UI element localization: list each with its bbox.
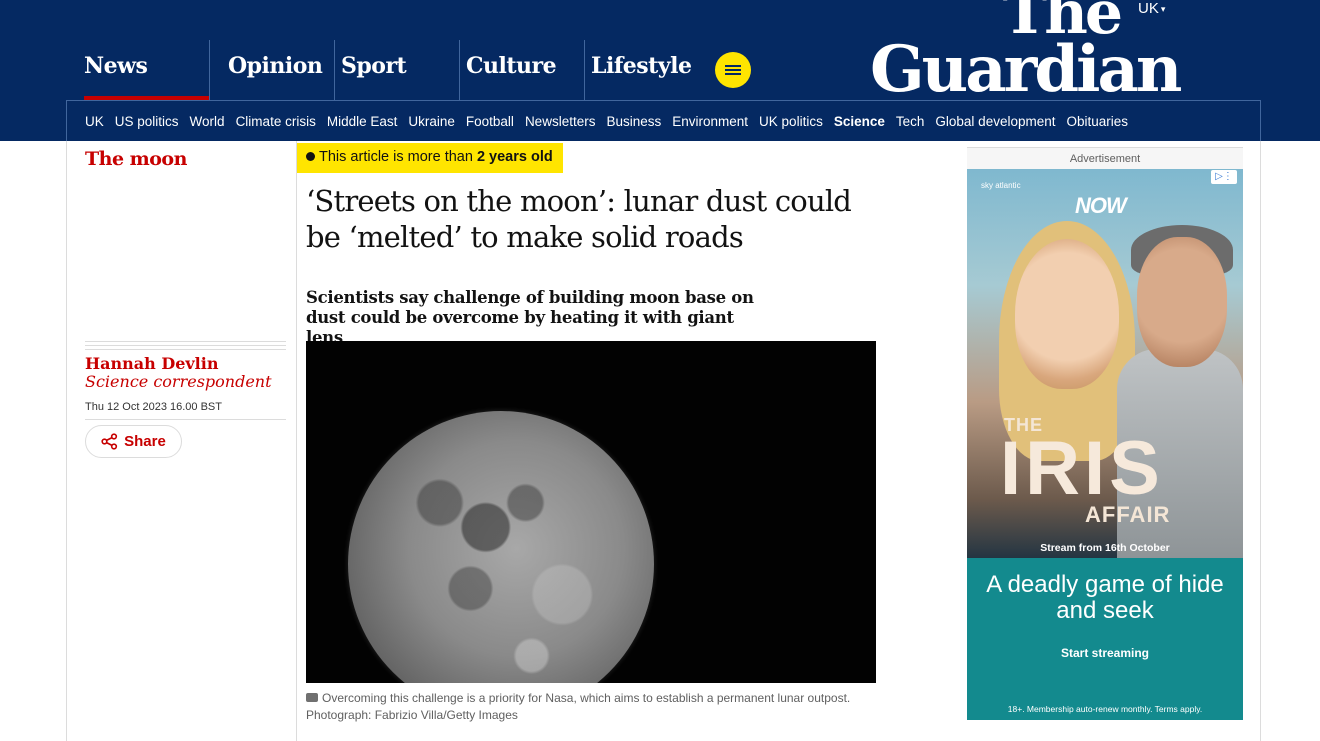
ad-figure-man-face [1137, 237, 1227, 367]
subnav-item-science[interactable]: Science [834, 114, 885, 129]
article-age-notice: This article is more than 2 years old [297, 143, 563, 173]
subnav-item-ukraine[interactable]: Ukraine [408, 114, 455, 129]
subnav-item-uk[interactable]: UK [85, 114, 104, 129]
ad-channel-logo: sky atlantic [981, 181, 1021, 190]
guardian-logo[interactable]: The Guardian [870, 0, 1182, 108]
meta-divider [85, 341, 286, 353]
menu-icon [725, 65, 741, 67]
moon-image [348, 411, 654, 683]
sub-nav-list: UK US politics World Climate crisis Midd… [85, 114, 1128, 129]
publish-date: Thu 12 Oct 2023 16.00 BST [85, 401, 222, 413]
subnav-item-newsletters[interactable]: Newsletters [525, 114, 596, 129]
camera-icon [306, 693, 318, 702]
article-standfirst: Scientists say challenge of building moo… [306, 288, 754, 347]
ad-label: Advertisement [967, 147, 1243, 169]
share-button[interactable]: Share [85, 425, 182, 458]
subnav-item-uk-politics[interactable]: UK politics [759, 114, 823, 129]
byline: Hannah Devlin Science correspondent [85, 355, 285, 391]
caption-text: Overcoming this challenge is a priority … [306, 691, 851, 722]
subnav-item-global-development[interactable]: Global development [935, 114, 1055, 129]
age-notice-prefix: This article is more than [319, 149, 473, 165]
section-tag[interactable]: The moon [85, 148, 187, 170]
pillar-sport[interactable]: Sport [334, 40, 459, 100]
column-divider [296, 141, 297, 741]
subnav-item-us-politics[interactable]: US politics [115, 114, 179, 129]
pillar-lifestyle[interactable]: Lifestyle [584, 40, 709, 100]
subnav-item-obituaries[interactable]: Obituaries [1066, 114, 1128, 129]
subnav-item-environment[interactable]: Environment [672, 114, 748, 129]
subnav-item-climate-crisis[interactable]: Climate crisis [236, 114, 316, 129]
pillar-label: Opinion [228, 53, 323, 79]
masthead: UK ▾ The Guardian News Opinion Sport Cult… [0, 0, 1320, 141]
image-caption: Overcoming this challenge is a priority … [306, 690, 866, 724]
author-name[interactable]: Hannah Devlin [85, 354, 218, 373]
menu-icon-bar [725, 69, 741, 71]
share-icon [101, 433, 118, 450]
subnav-item-middle-east[interactable]: Middle East [327, 114, 398, 129]
subnav-item-world[interactable]: World [190, 114, 225, 129]
ad-brand-logo: NOW [1075, 193, 1127, 218]
author-role: Science correspondent [85, 372, 272, 391]
ad-title-main: IRIS [1000, 426, 1164, 511]
subnav-item-football[interactable]: Football [466, 114, 514, 129]
ad-stream-date: Stream from 16th October [1040, 542, 1170, 554]
pillar-label: Lifestyle [591, 53, 692, 79]
menu-icon-bar [725, 73, 741, 75]
ad-figure-woman-face [1015, 239, 1119, 389]
ad-terms: 18+. Membership auto-renew monthly. Term… [1007, 704, 1203, 714]
hero-image-moon[interactable] [306, 341, 876, 683]
pillar-opinion[interactable]: Opinion [209, 40, 334, 100]
menu-button[interactable] [715, 52, 751, 88]
ad-tagline: A deadly game of hide and seek [986, 571, 1224, 624]
logo-line-2: Guardian [870, 32, 1182, 108]
ad-cta-button[interactable]: Start streaming [967, 646, 1243, 660]
pillar-culture[interactable]: Culture [459, 40, 584, 100]
ad-footer: A deadly game of hide and seek Start str… [967, 558, 1243, 720]
ad-title-sub: AFFAIR [1085, 502, 1171, 527]
article-headline: ‘Streets on the moon’: lunar dust could … [306, 184, 852, 254]
column-divider [1260, 141, 1261, 741]
advertisement[interactable]: sky atlantic NOW ▷⋮ THE IRIS AFFAIR Stre… [967, 169, 1243, 720]
adchoices-icon[interactable]: ▷⋮ [1211, 170, 1237, 184]
clock-icon [306, 152, 315, 161]
column-divider [66, 141, 67, 741]
subnav-item-business[interactable]: Business [606, 114, 661, 129]
age-notice-value: 2 years old [476, 149, 553, 165]
pillar-news[interactable]: News [66, 40, 209, 100]
divider [85, 419, 286, 420]
share-label: Share [124, 433, 166, 450]
pillar-label: News [84, 53, 148, 79]
pillar-label: Culture [466, 53, 557, 79]
sub-nav: UK US politics World Climate crisis Midd… [66, 100, 1261, 141]
subnav-item-tech[interactable]: Tech [896, 114, 925, 129]
pillar-label: Sport [341, 53, 407, 79]
ad-poster: sky atlantic NOW ▷⋮ THE IRIS AFFAIR Stre… [967, 169, 1243, 559]
